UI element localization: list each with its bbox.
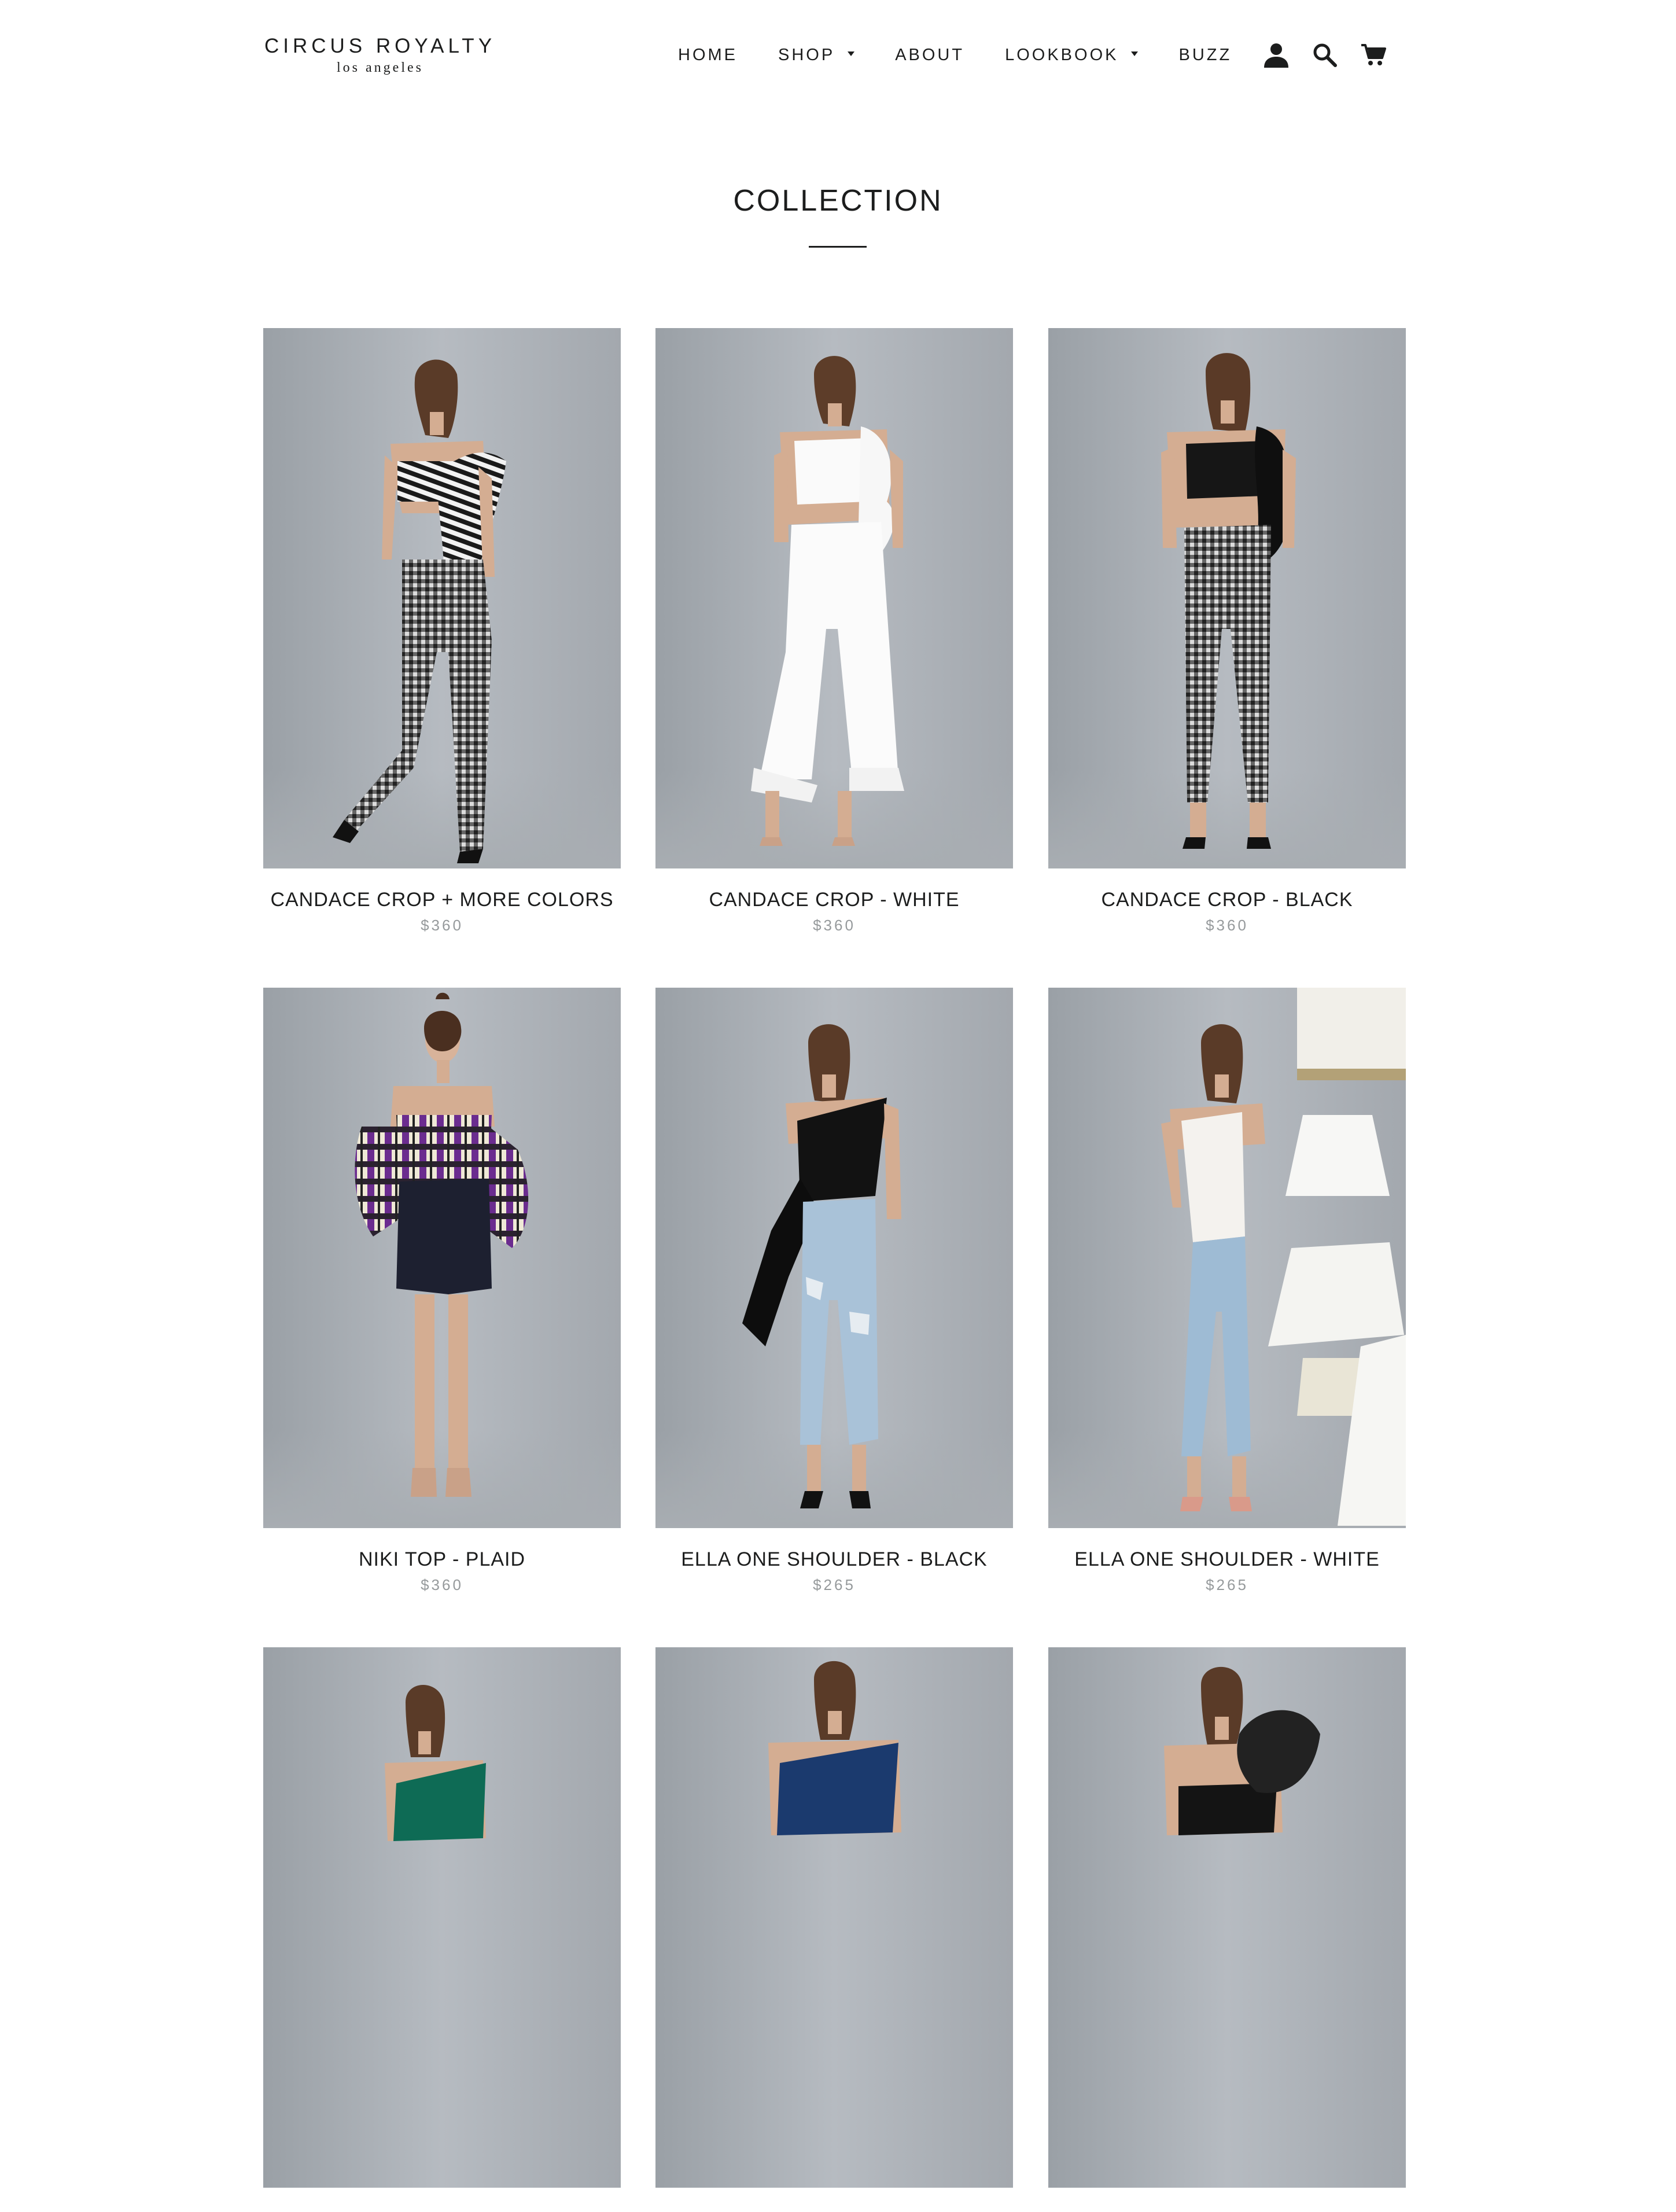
product-info: ELLA ONE SHOULDER - BLACK $265 xyxy=(655,1528,1013,1594)
product-title[interactable]: ELLA ONE SHOULDER - WHITE xyxy=(1048,1548,1406,1571)
caret-down-icon xyxy=(848,51,855,56)
product-price: $360 xyxy=(1206,917,1248,934)
product-card[interactable]: CANDACE CROP - BLACK $360 xyxy=(1048,328,1406,934)
product-price: $265 xyxy=(1206,1576,1248,1593)
nav-item-label: HOME xyxy=(678,45,738,64)
product-card[interactable]: ELLA ONE SHOULDER - BLACK $265 xyxy=(655,988,1013,1594)
model-photo xyxy=(1161,988,1406,1526)
model-photo xyxy=(768,1661,901,1835)
product-info: CANDACE CROP - WHITE $360 xyxy=(655,868,1013,934)
product-price: $360 xyxy=(421,917,463,934)
product-price: $360 xyxy=(813,917,856,934)
model-photo xyxy=(355,992,529,1497)
nav-item-label: LOOKBOOK xyxy=(1005,45,1119,64)
product-title[interactable]: CANDACE CROP - WHITE xyxy=(655,888,1013,911)
model-photo xyxy=(1164,1666,1320,1835)
nav-item-label: ABOUT xyxy=(895,45,965,64)
product-title[interactable]: NIKI TOP - PLAID xyxy=(263,1548,621,1571)
product-image[interactable] xyxy=(655,328,1013,868)
product-card[interactable]: NIKI TOP - PLAID $360 xyxy=(263,988,621,1594)
page-title: COLLECTION xyxy=(733,184,943,218)
product-image[interactable] xyxy=(1048,1647,1406,2188)
product-card[interactable] xyxy=(263,1647,621,2212)
product-card[interactable]: CANDACE CROP + MORE COLORS $360 xyxy=(263,328,621,934)
product-image[interactable] xyxy=(655,988,1013,1528)
model-photo xyxy=(333,359,506,863)
product-image[interactable] xyxy=(1048,988,1406,1528)
product-info xyxy=(655,2188,1013,2207)
product-card[interactable] xyxy=(655,1647,1013,2212)
nav-item-about[interactable]: ABOUT xyxy=(895,46,964,65)
product-card[interactable] xyxy=(1048,1647,1406,2212)
brand-logo[interactable]: CIRCUS ROYALTY los angeles xyxy=(261,34,499,76)
nav-item-buzz[interactable]: BUZZ xyxy=(1178,46,1232,65)
model-photo xyxy=(1161,353,1296,849)
product-image[interactable] xyxy=(263,988,621,1528)
nav-item-label: SHOP xyxy=(778,45,835,64)
product-card[interactable]: CANDACE CROP - WHITE $360 xyxy=(655,328,1013,934)
model-photo xyxy=(751,356,904,846)
nav-item-lookbook[interactable]: LOOKBOOK xyxy=(1005,45,1139,65)
brand-tagline: los angeles xyxy=(337,60,423,75)
product-card[interactable]: ELLA ONE SHOULDER - WHITE $265 xyxy=(1048,988,1406,1594)
cart-icon[interactable] xyxy=(1358,39,1389,71)
main-nav: HOME SHOP ABOUT LOOKBOOK BUZZ xyxy=(678,29,1389,81)
product-price: $360 xyxy=(421,1576,463,1593)
caret-down-icon xyxy=(1131,51,1139,56)
site-header: CIRCUS ROYALTY los angeles HOME SHOP ABO… xyxy=(261,29,1407,98)
product-title[interactable]: CANDACE CROP + MORE COLORS xyxy=(263,888,621,911)
product-info xyxy=(1048,2188,1406,2207)
product-title[interactable]: CANDACE CROP - BLACK xyxy=(1048,888,1406,911)
product-info: CANDACE CROP + MORE COLORS $360 xyxy=(263,868,621,934)
product-image[interactable] xyxy=(1048,328,1406,868)
title-divider xyxy=(809,246,867,248)
nav-item-home[interactable]: HOME xyxy=(678,46,738,65)
model-photo xyxy=(385,1685,486,1841)
model-photo xyxy=(742,1024,901,1508)
account-icon[interactable] xyxy=(1261,39,1292,71)
product-image[interactable] xyxy=(263,1647,621,2188)
product-info: ELLA ONE SHOULDER - WHITE $265 xyxy=(1048,1528,1406,1594)
nav-item-label: BUZZ xyxy=(1178,45,1232,64)
product-image[interactable] xyxy=(263,328,621,868)
search-icon[interactable] xyxy=(1309,39,1340,71)
product-info: CANDACE CROP - BLACK $360 xyxy=(1048,868,1406,934)
product-info xyxy=(263,2188,621,2207)
product-price: $265 xyxy=(813,1576,856,1593)
brand-name: CIRCUS ROYALTY xyxy=(264,35,496,57)
product-image[interactable] xyxy=(655,1647,1013,2188)
nav-item-shop[interactable]: SHOP xyxy=(778,45,855,65)
product-info: NIKI TOP - PLAID $360 xyxy=(263,1528,621,1594)
product-title[interactable]: ELLA ONE SHOULDER - BLACK xyxy=(655,1548,1013,1571)
